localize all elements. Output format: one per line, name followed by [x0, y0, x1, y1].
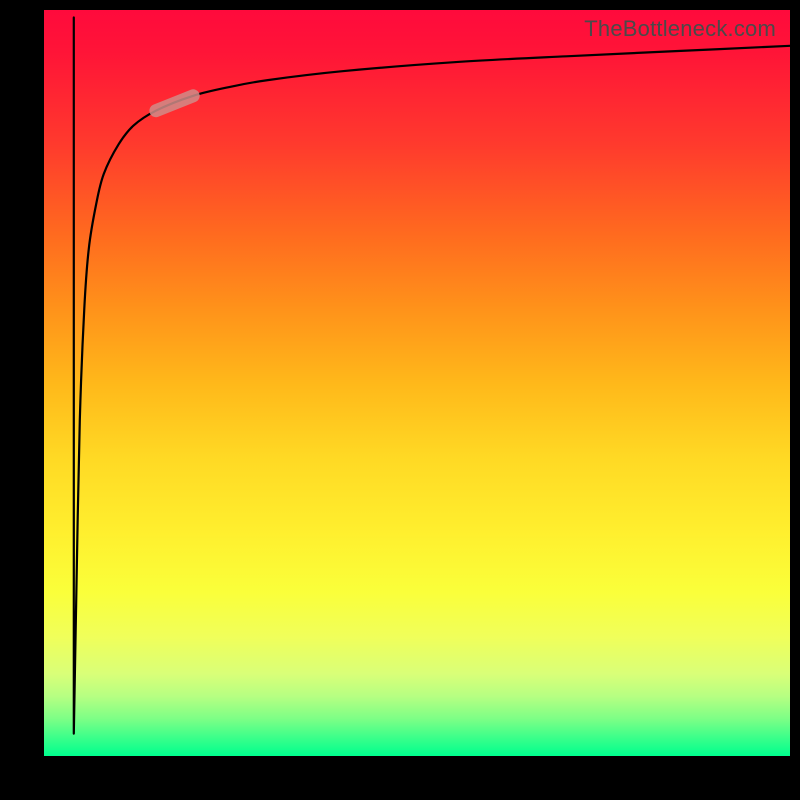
chart-frame: TheBottleneck.com: [0, 0, 800, 800]
plot-area: TheBottleneck.com: [44, 10, 790, 756]
curve-path: [74, 18, 790, 734]
chart-svg: [44, 10, 790, 756]
highlight-segment: [156, 96, 193, 111]
